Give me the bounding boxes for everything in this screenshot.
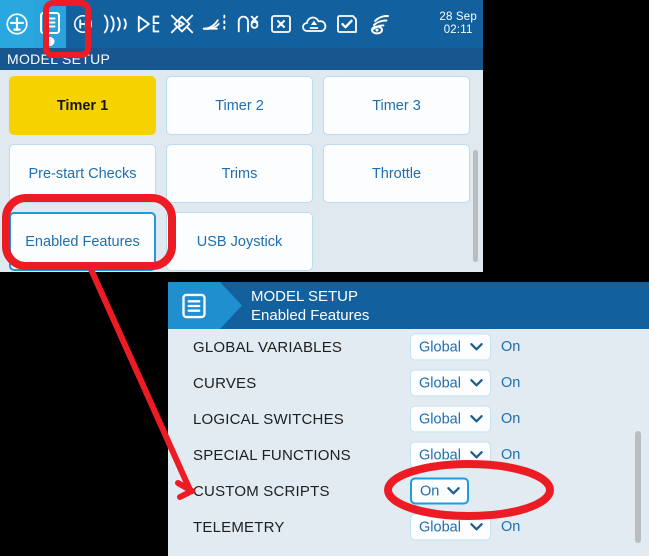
chevron-down-icon [470, 379, 483, 388]
row-state: On [501, 411, 521, 427]
row-label: LOGICAL SWITCHES [193, 410, 345, 428]
tile-row: Pre-start Checks Trims Throttle [9, 144, 475, 203]
dropdown-special-functions[interactable]: Global [410, 441, 491, 469]
page-title: MODEL SETUP [0, 48, 483, 70]
dropdown-value: Global [419, 519, 461, 535]
row-state: On [501, 339, 521, 355]
dialog-header: MODEL SETUP Enabled Features [168, 282, 649, 329]
model-setup-icon[interactable] [33, 0, 66, 48]
dialog-title: MODEL SETUP [251, 288, 358, 305]
tile-pre-start-checks[interactable]: Pre-start Checks [9, 144, 156, 203]
row-custom-scripts: CUSTOM SCRIPTS On [168, 473, 649, 509]
row-logical-switches: LOGICAL SWITCHES Global On [168, 401, 649, 437]
telemetry-icon[interactable] [363, 0, 396, 48]
dialog-subtitle: Enabled Features [251, 307, 370, 324]
dropdown-telemetry[interactable]: Global [410, 513, 491, 541]
row-label: TELEMETRY [193, 518, 285, 536]
curves-icon[interactable] [231, 0, 264, 48]
tile-timer-1[interactable]: Timer 1 [9, 76, 156, 135]
row-label: CUSTOM SCRIPTS [193, 482, 330, 500]
row-telemetry: TELEMETRY Global On [168, 509, 649, 545]
dropdown-value: On [420, 483, 440, 499]
model-plane-icon[interactable] [0, 0, 33, 48]
tile-timer-3[interactable]: Timer 3 [323, 76, 470, 135]
dropdown-value: Global [419, 411, 461, 427]
chevron-right-shape [220, 282, 242, 329]
dropdown-value: Global [419, 339, 461, 355]
row-special-functions: SPECIAL FUNCTIONS Global On [168, 437, 649, 473]
tile-enabled-features[interactable]: Enabled Features [9, 212, 156, 271]
special-functions-icon[interactable] [297, 0, 330, 48]
radio-screen: 28 Sep 02:11 MODEL SETUP Timer 1 Timer 2… [0, 0, 483, 272]
row-state: On [501, 375, 521, 391]
tile-trims[interactable]: Trims [166, 144, 313, 203]
setup-tile-grid: Timer 1 Timer 2 Timer 3 Pre-start Checks… [0, 70, 483, 272]
mixer-icon[interactable] [165, 0, 198, 48]
tile-usb-joystick[interactable]: USB Joystick [166, 212, 313, 271]
tile-row: Enabled Features USB Joystick [9, 212, 475, 271]
clock-date: 28 Sep [439, 11, 477, 23]
document-lines-icon [180, 292, 208, 320]
row-state: On [501, 519, 521, 535]
row-label: GLOBAL VARIABLES [193, 338, 343, 356]
clock-time: 02:11 [443, 24, 473, 36]
dropdown-global-variables[interactable]: Global [410, 333, 491, 361]
heli-setup-icon[interactable] [66, 0, 99, 48]
vertical-scrollbar[interactable] [635, 431, 641, 543]
chevron-down-icon [470, 523, 483, 532]
chevron-down-icon [470, 343, 483, 352]
chevron-down-icon [470, 415, 483, 424]
row-label: CURVES [193, 374, 257, 392]
dialog-title-group: MODEL SETUP Enabled Features [251, 287, 369, 325]
dropdown-custom-scripts[interactable]: On [410, 477, 470, 505]
chevron-down-icon [470, 451, 483, 460]
clock: 28 Sep 02:11 [439, 11, 477, 37]
vertical-scrollbar[interactable] [473, 150, 478, 262]
row-state: On [501, 447, 521, 463]
dropdown-value: Global [419, 447, 461, 463]
row-global-variables: GLOBAL VARIABLES Global On [168, 329, 649, 365]
feature-rows: GLOBAL VARIABLES Global On CURVES Global… [168, 329, 649, 545]
tile-row: Timer 1 Timer 2 Timer 3 [9, 76, 475, 135]
dropdown-curves[interactable]: Global [410, 369, 491, 397]
flight-modes-icon[interactable] [99, 0, 132, 48]
tile-timer-2[interactable]: Timer 2 [166, 76, 313, 135]
dropdown-value: Global [419, 375, 461, 391]
inputs-icon[interactable] [132, 0, 165, 48]
tile-throttle[interactable]: Throttle [323, 144, 470, 203]
active-page-dot [45, 37, 54, 46]
row-label: SPECIAL FUNCTIONS [193, 446, 351, 464]
outputs-icon[interactable] [198, 0, 231, 48]
enabled-features-dialog: MODEL SETUP Enabled Features GLOBAL VARI… [168, 282, 649, 556]
status-bar: 28 Sep 02:11 [0, 0, 483, 48]
dropdown-logical-switches[interactable]: Global [410, 405, 491, 433]
logical-switches-icon[interactable] [264, 0, 297, 48]
custom-scripts-icon[interactable] [330, 0, 363, 48]
chevron-down-icon [447, 487, 461, 496]
row-curves: CURVES Global On [168, 365, 649, 401]
